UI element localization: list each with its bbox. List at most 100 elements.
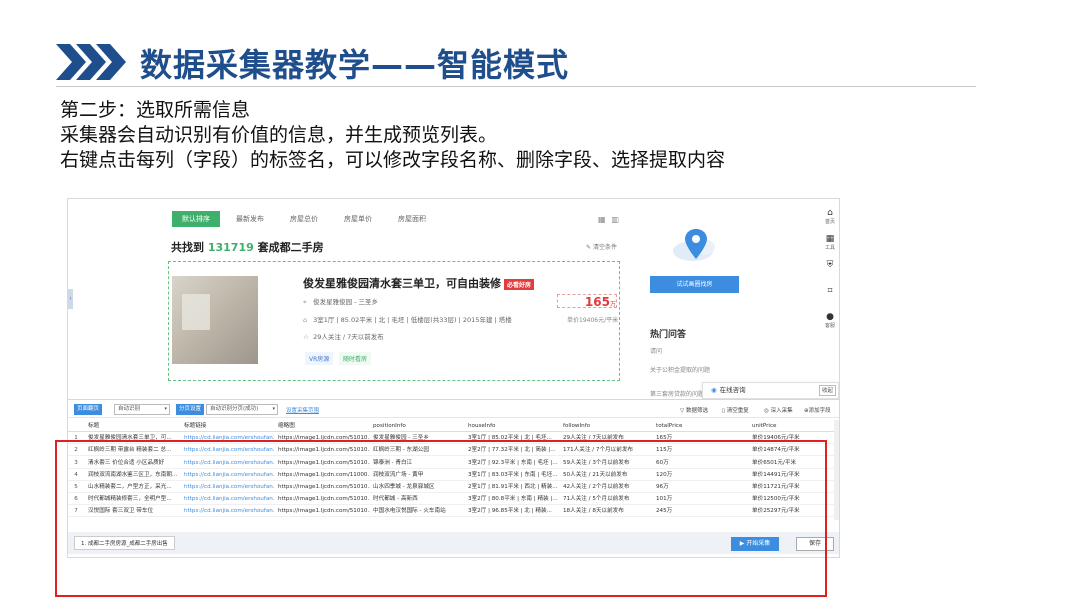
- deep-collect-button[interactable]: ◎ 深入采集: [764, 406, 793, 414]
- table-row[interactable]: 5 山水精装套二，户型方正，采光... https://cd.lianjia.com…: [68, 481, 839, 493]
- table-cell: https://image1.ljcdn.com/51010...: [278, 484, 370, 490]
- task-tab[interactable]: 1. 成都二手房房源_成都二手房出售: [74, 536, 175, 550]
- table-cell: 2室2厅 | 77.32平米 | 北 | 简装 |...: [468, 447, 556, 454]
- scan-icon: ⌗: [827, 286, 833, 296]
- table-row[interactable]: 2 红枫岭三期 带露台 精装套二 总... https://cd.lianjia.c…: [68, 444, 839, 457]
- tab-default-sort[interactable]: 默认排序: [172, 211, 220, 227]
- rail-service[interactable]: ● 客服: [820, 311, 839, 337]
- qa-item[interactable]: 关于公积金提取的问题: [650, 365, 710, 374]
- price-unit: 万: [609, 301, 616, 308]
- table-row[interactable]: 6 时代都城精装修套三，全明户型... https://cd.lianjia.com…: [68, 493, 839, 506]
- rail-shield[interactable]: ⛨: [820, 259, 839, 285]
- clear-filter-link[interactable]: ✎ 清空条件: [586, 242, 617, 251]
- table-cell: 3室1厅 | 85.02平米 | 北 | 毛坯...: [468, 435, 552, 442]
- table-cell: 29人关注 / 7天以前发布: [563, 435, 624, 442]
- view-toggle-icon[interactable]: ▦▥: [598, 215, 625, 224]
- table-cell: 171人关注 / 7个月以前发布: [563, 447, 634, 454]
- table-cell: 96万: [656, 484, 669, 490]
- page-setting-label: 分页设置: [176, 404, 205, 415]
- table-cell: 71人关注 / 5个月以前发布: [563, 496, 630, 503]
- qa-item[interactable]: 第三套房贷款的问题: [650, 389, 704, 398]
- table-cell: 中国水电汉悦国际 - 火车南站: [373, 508, 446, 515]
- tab-latest[interactable]: 最新发布: [226, 211, 274, 227]
- chevron-down-icon: ▾: [272, 406, 275, 412]
- paging-select[interactable]: 自动识别 ▾: [114, 404, 170, 415]
- tab-total-price[interactable]: 房屋总价: [280, 211, 328, 227]
- result-number: 131719: [207, 241, 254, 254]
- row-number: 6: [74, 496, 78, 503]
- follow-info-text: 29人关注 / 7天以前发布: [313, 333, 384, 341]
- hot-qa-title: 热门问答: [650, 330, 687, 340]
- column-header[interactable]: positionInfo: [373, 420, 465, 432]
- listing-location[interactable]: ⌖ 俊发星雅俊园 - 三圣乡: [303, 296, 378, 307]
- table-scrollbar[interactable]: [834, 420, 839, 520]
- table-cell: https://cd.lianjia.com/ershoufan...: [184, 459, 274, 466]
- table-cell: 润枝双流广场 - 黄甲: [373, 471, 424, 478]
- listing-photo[interactable]: [172, 276, 258, 364]
- table-cell: 120万: [656, 471, 673, 478]
- online-chat-bar[interactable]: ◉ 在线咨询 收起: [702, 382, 839, 399]
- rail-tools-label: 工具: [824, 245, 835, 251]
- table-row[interactable]: 7 汉悦国际 套三双卫 带车位 https://cd.lianjia.com/ers…: [68, 505, 839, 518]
- set-range-link[interactable]: 设置采集范围: [286, 406, 319, 414]
- chat-collapse-button[interactable]: 收起: [818, 385, 836, 396]
- table-cell: https://image1.ljcdn.com/51010...: [278, 496, 370, 503]
- collector-footer: 1. 成都二手房房源_成都二手房出售 ▶ 开始采集 保存: [68, 532, 839, 554]
- table-row[interactable]: 3 清水套三 价位合适 小区品质好 https://cd.lianjia.com/e…: [68, 457, 839, 469]
- row-number: 2: [74, 447, 78, 454]
- step-heading: 第二步：选取所需信息: [60, 99, 251, 121]
- paging-select-value: 自动识别: [118, 406, 141, 412]
- vr-tag: VR房源: [305, 352, 334, 365]
- collector-panel: 页面翻页 自动识别 ▾ 分页设置 自动识别分页(成功) ▾ 设置采集范围 ▽ 数据筛…: [68, 399, 839, 557]
- column-header[interactable]: followInfo: [563, 420, 653, 432]
- table-cell: 单价12500元/平米: [752, 496, 800, 503]
- table-cell: 时代都城精装修套三，全明户型...: [88, 496, 172, 503]
- shield-icon: ⛨: [826, 260, 834, 270]
- dedupe-button[interactable]: ▯ 清空重复: [722, 406, 749, 414]
- table-cell: 润枝双流南湖水鉴三区卫，东南朝...: [88, 471, 178, 478]
- table-cell: 汉悦国际 套三双卫 带车位: [88, 508, 154, 515]
- rail-home-label: 首页: [824, 219, 835, 225]
- table-cell: https://cd.lianjia.com/ershoufan...: [184, 496, 274, 503]
- column-header[interactable]: 标题: [88, 420, 180, 432]
- column-header[interactable]: totalPrice: [656, 420, 748, 432]
- table-cell: https://cd.lianjia.com/ershoufan...: [184, 484, 274, 490]
- viewing-tag: 随时看房: [339, 352, 372, 365]
- right-tool-rail: ⌂ 首页 ▦ 工具 ⛨ ⌗ ● 客服: [820, 207, 839, 397]
- table-cell: https://image1.ljcdn.com/51010...: [278, 508, 370, 515]
- table-cell: 3室1厅 | 83.03平米 | 东南 | 毛坯...: [468, 471, 558, 478]
- save-button[interactable]: 保存: [796, 537, 834, 551]
- rail-tools[interactable]: ▦ 工具: [820, 233, 839, 259]
- filter-button[interactable]: ▽ 数据筛选: [680, 406, 708, 414]
- rail-home[interactable]: ⌂ 首页: [820, 207, 839, 233]
- map-pin-icon: [673, 229, 715, 261]
- column-header[interactable]: unitPrice: [752, 420, 832, 432]
- table-cell: 山水四季城 - 龙泉驿城区: [373, 484, 435, 490]
- chat-label: 在线咨询: [719, 386, 746, 394]
- table-cell: 2室1厅 | 81.91平米 | 西北 | 精装...: [468, 484, 558, 490]
- start-collect-button[interactable]: ▶ 开始采集: [731, 537, 779, 551]
- table-cell: 3室2厅 | 96.85平米 | 北 | 精装...: [468, 508, 552, 515]
- column-header[interactable]: 标题链接: [184, 420, 274, 432]
- table-row[interactable]: 4 润枝双流南湖水鉴三区卫，东南朝... https://cd.lianjia.co…: [68, 469, 839, 481]
- rail-scan[interactable]: ⌗: [820, 285, 839, 311]
- add-field-button[interactable]: ⊕添加字段: [804, 406, 831, 414]
- listing-title[interactable]: 俊发星雅俊园清水套三单卫，可自由装修 必看好房: [303, 275, 535, 291]
- column-header[interactable]: houseInfo: [468, 420, 560, 432]
- slide-title: 数据采集器教学——智能模式: [140, 46, 570, 84]
- draw-circle-search-button[interactable]: 试试画圈找房: [650, 276, 739, 293]
- qa-item[interactable]: 请问: [650, 346, 662, 355]
- column-header[interactable]: 缩略图: [278, 420, 370, 432]
- listing-card[interactable]: 俊发星雅俊园清水套三单卫，可自由装修 必看好房 ⌖ 俊发星雅俊园 - 三圣乡 ⌂ …: [168, 261, 620, 381]
- home-icon: ⌂: [827, 208, 833, 218]
- page-setting-select[interactable]: 自动识别分页(成功) ▾: [206, 404, 278, 415]
- table-cell: https://image1.ljcdn.com/51010...: [278, 447, 370, 454]
- hot-tag: 必看好房: [504, 278, 535, 290]
- left-collapse-handle[interactable]: ‹: [68, 289, 73, 309]
- row-number: 3: [74, 459, 78, 466]
- tab-unit-price[interactable]: 房屋单价: [334, 211, 382, 227]
- table-cell: 单价11721元/平米: [752, 484, 800, 490]
- tab-area[interactable]: 房屋面积: [388, 211, 436, 227]
- table-row[interactable]: 1 俊发星雅俊园清水套三单卫，可... https://cd.lianjia.com…: [68, 432, 839, 445]
- webpage-preview: ‹ 默认排序 最新发布 房屋总价 房屋单价 房屋面积 ▦▥ 共找到 131719…: [68, 199, 839, 399]
